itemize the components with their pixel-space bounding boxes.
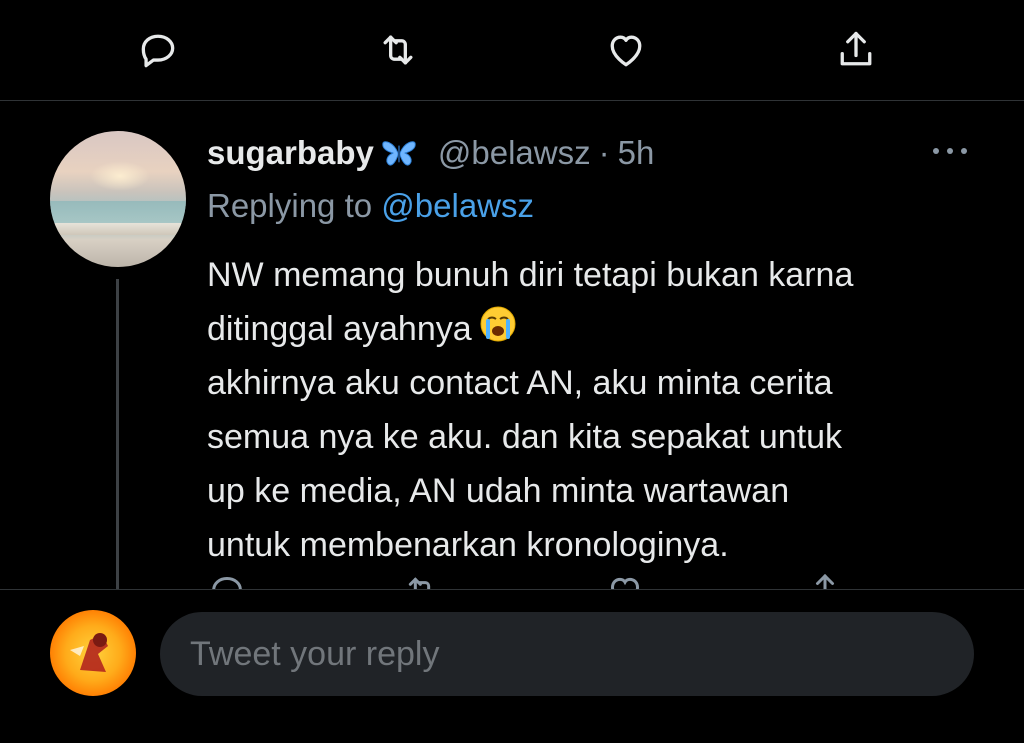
like-icon (610, 577, 640, 589)
tweet-text-line-with-emoji: ditinggal ayahnya (207, 302, 997, 356)
separator-dot: · (598, 134, 610, 171)
tweet-reply-button[interactable] (207, 571, 257, 589)
replying-to: Replying to @belawsz (207, 187, 534, 225)
reply-icon (141, 34, 175, 68)
like-button[interactable] (598, 22, 654, 78)
avatar-figure-icon (70, 633, 108, 672)
retweet-button[interactable] (370, 22, 426, 78)
avatar[interactable] (50, 131, 186, 267)
retweet-icon (408, 577, 431, 589)
like-icon (610, 35, 642, 67)
crying-face-icon (480, 306, 516, 342)
tweet-text-line: semua nya ke aku. dan kita sepakat untuk (207, 418, 843, 456)
tweet-header: sugarbaby @belawsz · 5h (207, 131, 654, 175)
tweet-text-line: untuk membenarkan kronologinya. (207, 526, 729, 564)
avatar-sun (90, 161, 150, 191)
share-button[interactable] (828, 22, 884, 78)
reply-button[interactable] (130, 22, 186, 78)
tweet-share-button[interactable] (805, 571, 855, 589)
tweet-text-line: up ke media, AN udah minta wartawan (207, 472, 790, 510)
reply-tweet[interactable]: sugarbaby @belawsz · 5h Replying to @bel… (0, 101, 1024, 589)
reply-icon (212, 576, 242, 589)
tweet-text-line: ditinggal ayahnya (207, 310, 472, 348)
butterfly-icon (382, 141, 416, 166)
more-options-icon[interactable] (930, 145, 970, 157)
share-icon (816, 573, 834, 589)
replying-mention-link[interactable]: @belawsz (381, 187, 534, 224)
tweet-text: NW memang bunuh diri tetapi bukan karna … (207, 248, 997, 572)
tweet-like-button[interactable] (605, 571, 655, 589)
share-icon (840, 31, 872, 66)
reply-composer (0, 589, 1024, 743)
display-name[interactable]: sugarbaby (207, 134, 374, 172)
avatar-sea (50, 201, 186, 223)
tweet-action-bar (0, 0, 1024, 101)
reply-input[interactable] (160, 612, 974, 696)
tweet-retweet-button[interactable] (402, 571, 452, 589)
tweet-text-line: NW memang bunuh diri tetapi bukan karna (207, 256, 854, 294)
tweet-action-row (207, 571, 927, 589)
user-handle[interactable]: @belawsz (438, 134, 591, 172)
replying-prefix: Replying to (207, 187, 373, 224)
retweet-icon (383, 35, 413, 65)
thread-line (116, 279, 119, 589)
my-avatar[interactable] (50, 610, 136, 696)
avatar-foam (50, 223, 186, 235)
timestamp[interactable]: 5h (618, 134, 655, 172)
tweet-text-line: akhirnya aku contact AN, aku minta cerit… (207, 364, 833, 402)
